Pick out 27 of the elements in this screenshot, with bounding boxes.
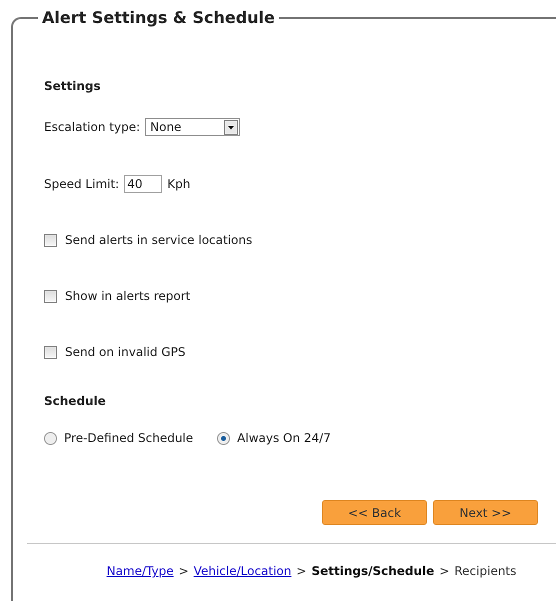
section-heading: Schedule [44,394,107,410]
checkbox-label: Show in alerts report [65,289,190,303]
speed-limit-field[interactable]: 40 [124,175,162,193]
breadcrumb-link[interactable]: Vehicle/Location [194,564,292,578]
checkbox[interactable] [44,234,57,246]
radio-button[interactable] [44,432,57,444]
breadcrumb-step: Recipients [454,564,516,578]
radio-label: Pre-Defined Schedule [64,431,194,445]
breadcrumb-current: Settings/Schedule [311,564,434,578]
breadcrumb-separator: > [178,564,189,578]
back-button[interactable]: << Back [322,500,427,525]
breadcrumb-link[interactable]: Name/Type [106,564,174,578]
radio-label: Always On 24/7 [237,431,331,445]
panel-title: Alert Settings & Schedule [41,8,276,27]
checkbox[interactable] [44,346,57,358]
next-button[interactable]: Next >> [433,500,538,525]
unit-label: Kph [167,177,190,191]
checkbox-label: Send on invalid GPS [65,345,186,359]
checkbox[interactable] [44,290,57,302]
escalation-label: Escalation type: [44,120,140,134]
speed-limit-label: Speed Limit: [44,177,120,191]
checkbox-label: Send alerts in service locations [65,233,252,247]
escalation-dropdown[interactable]: None [145,118,240,136]
breadcrumb-separator: > [296,564,306,578]
radio-button[interactable] [217,432,230,444]
section-heading: Settings [44,79,102,95]
breadcrumb-separator: > [439,564,450,578]
